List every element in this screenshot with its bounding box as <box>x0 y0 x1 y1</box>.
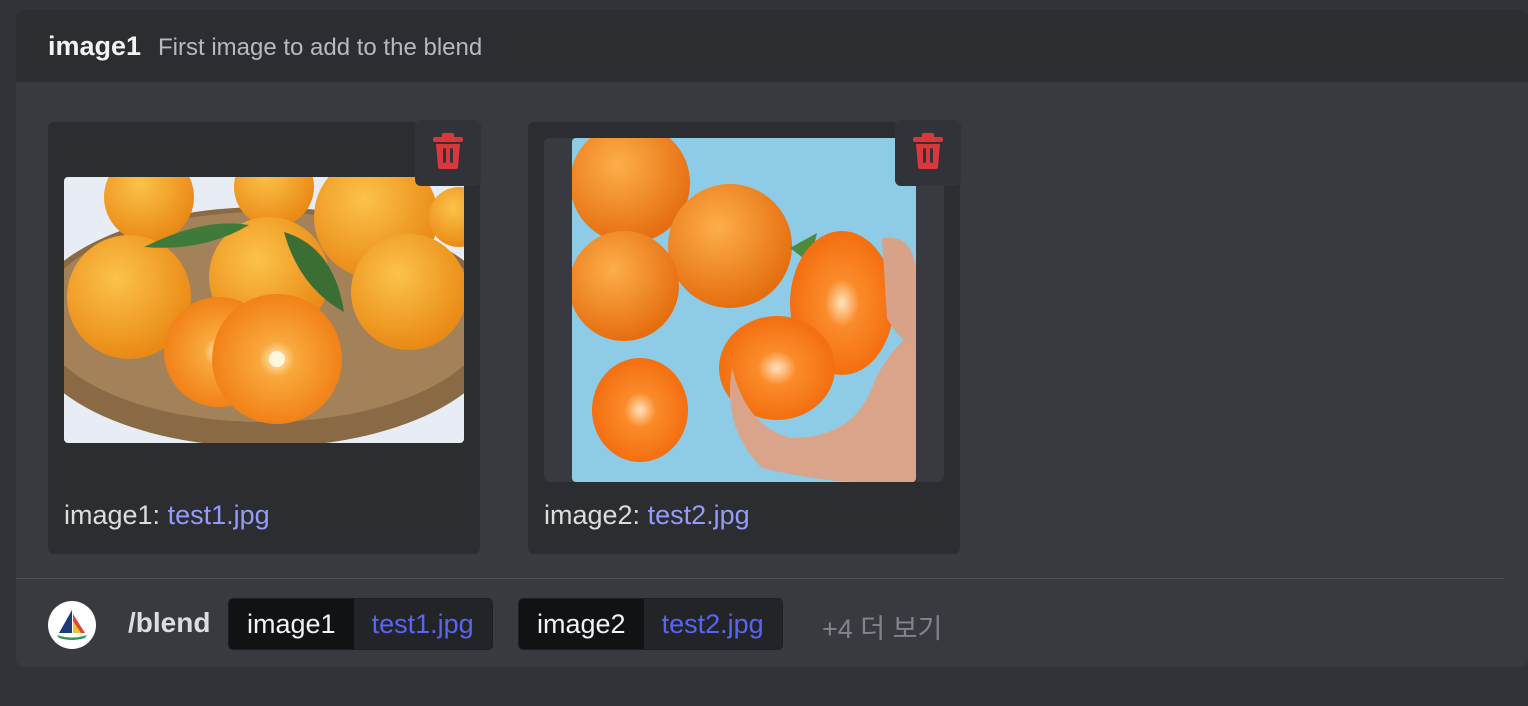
command-name: /blend <box>128 607 211 638</box>
oranges-basket-image <box>64 177 464 443</box>
filename-link[interactable]: test2.jpg <box>648 500 750 530</box>
trash-icon <box>913 132 943 174</box>
attachment-caption: image1: test1.jpg <box>64 500 270 531</box>
option-label: image1: <box>64 500 161 530</box>
option-label: image2: <box>544 500 641 530</box>
option-name: image1 <box>48 31 142 61</box>
sailboat-icon <box>57 610 87 640</box>
slash-command-panel: image1 First image to add to the blend i… <box>16 10 1528 667</box>
divider <box>16 578 1504 579</box>
command-input-bar[interactable]: /blend image1 test1.jpg image2 test2.jpg… <box>16 590 1528 660</box>
show-more-params[interactable]: +4 더 보기 <box>822 607 942 646</box>
filename-link[interactable]: test1.jpg <box>168 500 270 530</box>
attachment-card-1: image1: test1.jpg <box>48 120 481 554</box>
oranges-hands-image <box>572 138 916 482</box>
param-chip-image1[interactable]: image1 test1.jpg <box>228 598 493 650</box>
attachment-caption: image2: test2.jpg <box>544 500 750 531</box>
delete-attachment-button[interactable] <box>895 120 961 186</box>
option-header: image1 First image to add to the blend <box>16 10 1528 82</box>
param-value: test1.jpg <box>371 608 474 639</box>
param-name: image2 <box>519 599 644 649</box>
attachment-card-2: image2: test2.jpg <box>528 120 961 554</box>
attachment-preview <box>64 138 464 482</box>
option-description: First image to add to the blend <box>158 34 483 61</box>
param-chip-image2[interactable]: image2 test2.jpg <box>518 598 783 650</box>
bot-avatar <box>48 601 96 649</box>
attachment-preview <box>544 138 944 482</box>
trash-icon <box>433 132 463 174</box>
delete-attachment-button[interactable] <box>415 120 481 186</box>
param-name: image1 <box>229 599 354 649</box>
param-value: test2.jpg <box>661 608 764 639</box>
